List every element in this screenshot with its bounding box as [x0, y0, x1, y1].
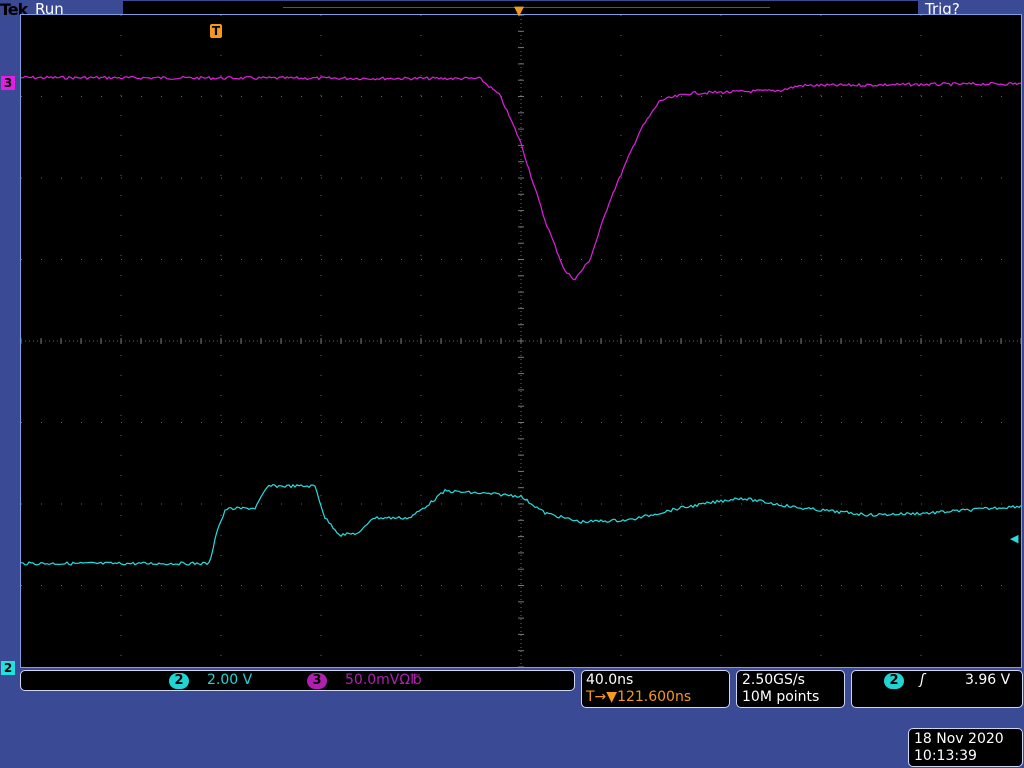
vertical-settings-panel[interactable]: 2 2.00 V 3 50.0mVΩ℔	[20, 670, 575, 691]
ch2-ground-marker[interactable]: 2	[1, 661, 15, 675]
sample-rate: 2.50GS/s	[742, 672, 805, 688]
ch3-scale[interactable]: 50.0mVΩ℔	[345, 672, 422, 688]
horizontal-delay: T→▼121.600ns	[586, 689, 691, 705]
trigger-settings-panel[interactable]: 2 ʃ 3.96 V	[851, 670, 1023, 708]
trigger-source-badge: 2	[884, 673, 904, 689]
trigger-level: 3.96 V	[965, 672, 1011, 688]
trigger-delay-icon: T→▼	[586, 689, 618, 705]
horizontal-scale: 40.0ns	[586, 672, 634, 688]
record-window-line	[283, 7, 770, 8]
delay-value: 121.600ns	[617, 689, 692, 705]
record-length: 10M points	[742, 689, 820, 705]
graticule-plot	[21, 15, 1021, 667]
horizontal-settings-panel[interactable]: 40.0ns T→▼121.600ns	[581, 670, 730, 708]
time: 10:13:39	[914, 748, 977, 764]
datetime-panel: 18 Nov 2020 10:13:39	[908, 728, 1023, 767]
acquisition-panel[interactable]: 2.50GS/s 10M points	[736, 670, 845, 708]
trigger-level-arrow-icon[interactable]: ◀	[1010, 532, 1018, 545]
ch2-badge: 2	[169, 673, 189, 689]
ch2-scale[interactable]: 2.00 V	[207, 672, 252, 688]
rising-edge-icon: ʃ	[920, 672, 925, 688]
ch3-badge: 3	[307, 673, 327, 689]
ch3-ground-marker[interactable]: 3	[1, 76, 15, 90]
date: 18 Nov 2020	[914, 731, 1004, 747]
trigger-position-marker[interactable]: T	[210, 24, 222, 38]
waveform-display[interactable]	[20, 14, 1022, 668]
trigger-point-marker-icon[interactable]: ▼	[514, 4, 526, 20]
